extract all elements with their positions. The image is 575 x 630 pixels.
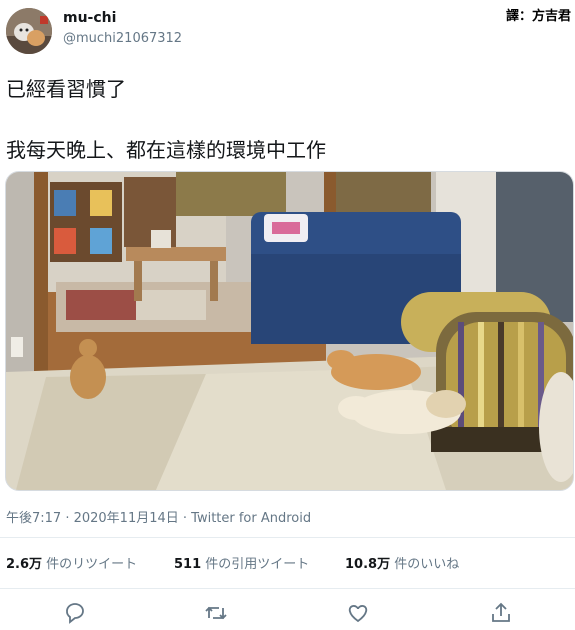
reply-icon[interactable]	[61, 600, 89, 626]
like-label: 件のいいね	[394, 557, 460, 572]
retweet-stat[interactable]: 2.6万 件のリツイート	[6, 553, 137, 572]
tweet-header: mu-chi @muchi21067312 譯：方吉君	[0, 0, 575, 62]
translator-credit: 譯：方吉君	[505, 9, 571, 24]
quote-count: 511	[174, 557, 202, 572]
quote-label: 件の引用ツイート	[205, 557, 310, 572]
display-name[interactable]: mu-chi	[63, 10, 116, 26]
tweet-text-line-2: 我每天晚上、都在這樣的環境中工作	[6, 138, 326, 162]
avatar[interactable]	[6, 8, 52, 54]
tweet-text-line-1: 已經看習慣了	[6, 77, 126, 101]
share-icon[interactable]	[487, 600, 515, 626]
like-stat[interactable]: 10.8万 件のいいね	[345, 553, 459, 572]
action-bar	[0, 598, 575, 628]
user-handle[interactable]: @muchi21067312	[63, 31, 182, 46]
tweet-photo[interactable]	[5, 171, 574, 491]
retweet-label: 件のリツイート	[46, 557, 138, 572]
divider-top	[0, 537, 575, 538]
retweet-count: 2.6万	[6, 557, 43, 572]
quote-stat[interactable]: 511 件の引用ツイート	[174, 553, 309, 572]
like-icon[interactable]	[344, 600, 372, 626]
like-count: 10.8万	[345, 557, 391, 572]
tweet-timestamp[interactable]: 午後7:17 · 2020年11月14日 · Twitter for Andro…	[6, 507, 311, 526]
retweet-icon[interactable]	[202, 600, 230, 626]
divider-bottom	[0, 588, 575, 589]
